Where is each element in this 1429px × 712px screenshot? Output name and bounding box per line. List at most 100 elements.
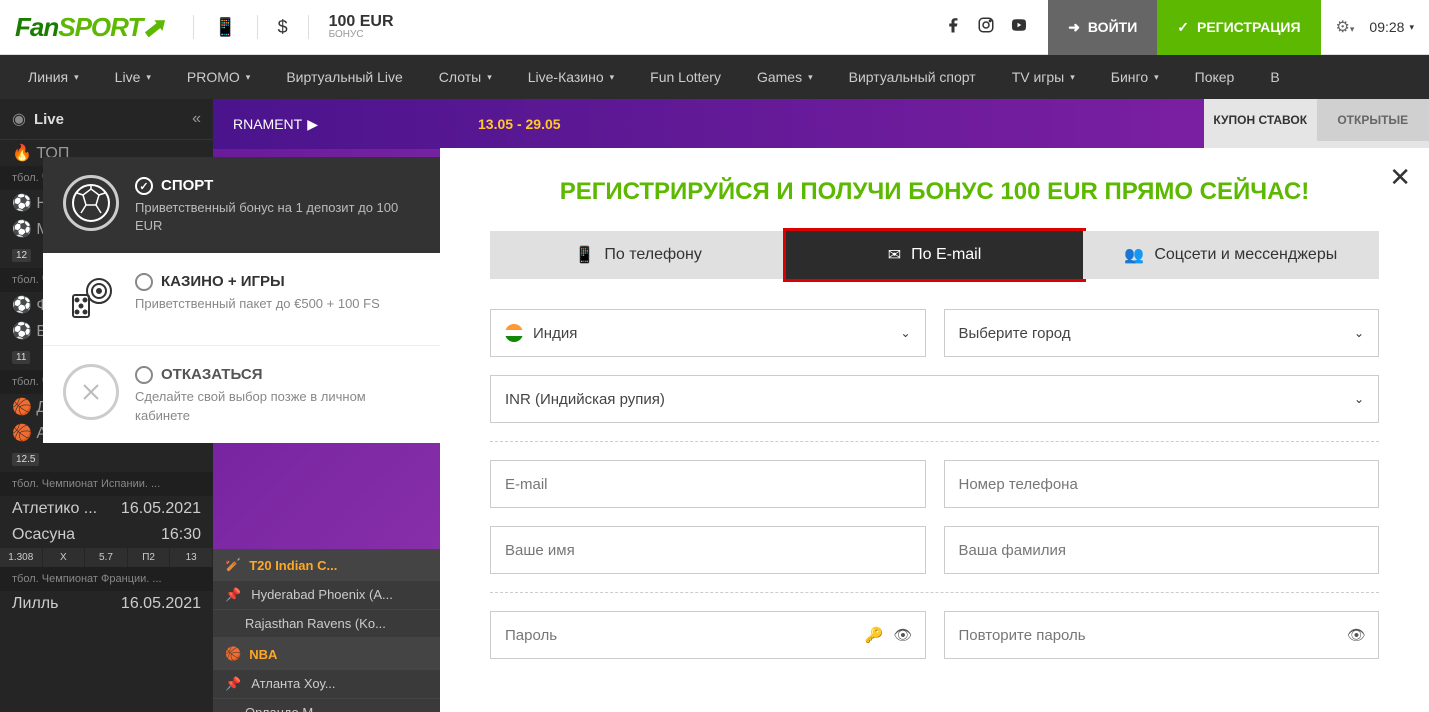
promo-banner[interactable]: RNAMENT ▶ 13.05 - 29.05 (213, 99, 1204, 149)
radio-icon (135, 273, 153, 291)
odds-cell[interactable]: 13 (170, 548, 213, 567)
sidebar-france[interactable]: тбол. Чемпионат Франции. ... (0, 567, 213, 591)
email-field[interactable] (490, 460, 926, 508)
password-field[interactable]: 🔑👁 (490, 611, 926, 659)
phone-field[interactable] (944, 460, 1380, 508)
clock[interactable]: 09:28▾ (1369, 19, 1414, 35)
tab-email[interactable]: ✉ По E-mail (786, 231, 1082, 279)
nav-live-casino[interactable]: Live-Казино▾ (510, 55, 632, 99)
main-nav: Линия▾ Live▾ PROMO▾ Виртуальный Live Сло… (0, 55, 1429, 99)
close-icon[interactable]: ✕ (1389, 162, 1411, 193)
header-bonus[interactable]: 100 EUR БОНУС (329, 14, 394, 40)
separator (490, 592, 1379, 593)
check-icon: ✓ (1177, 19, 1189, 36)
tab-betslip[interactable]: КУПОН СТАВОК (1204, 99, 1317, 141)
odds-cell[interactable]: 5.7 (85, 548, 128, 567)
password-input[interactable] (505, 627, 911, 644)
city-value: Выберите город (959, 325, 1071, 342)
banner-dates: 13.05 - 29.05 (478, 116, 561, 132)
time-value: 09:28 (1369, 19, 1404, 35)
currency-value: INR (Индийская рупия) (505, 391, 665, 408)
register-button[interactable]: ✓ РЕГИСТРАЦИЯ (1157, 0, 1320, 55)
sidebar-spain[interactable]: тбол. Чемпионат Испании. ... (0, 472, 213, 496)
separator (490, 441, 1379, 442)
tab-social-label: Соцсети и мессенджеры (1154, 246, 1337, 264)
modal-title: РЕГИСТРИРУЙСЯ И ПОЛУЧИ БОНУС 100 EUR ПРЯ… (490, 178, 1379, 206)
login-label: ВОЙТИ (1088, 19, 1137, 35)
firstname-field[interactable] (490, 526, 926, 574)
country-select[interactable]: Индия ⌄ (490, 309, 926, 357)
nav-live[interactable]: Live▾ (97, 55, 169, 99)
sidebar-title: Live (34, 111, 192, 128)
flag-india-icon (505, 324, 523, 342)
header-left: 📱 $ 100 EUR БОНУС (193, 14, 393, 40)
users-icon: 👥 (1124, 245, 1144, 265)
tab-open[interactable]: ОТКРЫТЫЕ (1317, 99, 1429, 141)
logo-part2: SPORT (58, 12, 142, 42)
nav-tv-games[interactable]: TV игры▾ (994, 55, 1093, 99)
collapse-icon[interactable]: « (192, 110, 201, 128)
nav-slots[interactable]: Слоты▾ (421, 55, 510, 99)
password-confirm-field[interactable]: 👁 (944, 611, 1380, 659)
nav-promo[interactable]: PROMO▾ (169, 55, 268, 99)
eye-off-icon[interactable]: 👁 (893, 626, 912, 644)
bonus-sport-title: СПОРТ (161, 177, 213, 194)
play-icon: ▶ (307, 116, 318, 133)
currency-select[interactable]: INR (Индийская рупия) ⌄ (490, 375, 1379, 423)
nav-line[interactable]: Линия▾ (10, 55, 97, 99)
sidebar-header: ◉ Live « (0, 99, 213, 140)
login-icon: ➜ (1068, 19, 1080, 36)
tab-phone-label: По телефону (604, 246, 702, 264)
odds-cell[interactable]: X (43, 548, 86, 567)
youtube-icon[interactable] (1010, 16, 1028, 39)
facebook-icon[interactable] (944, 16, 962, 39)
lastname-input[interactable] (959, 542, 1365, 559)
registration-form: Индия ⌄ Выберите город ⌄ INR (Индийская … (490, 309, 1379, 659)
sidebar-match[interactable]: Осасуна16:30 (0, 522, 213, 548)
email-input[interactable] (505, 476, 911, 493)
register-label: РЕГИСТРАЦИЯ (1197, 19, 1301, 35)
tab-social[interactable]: 👥 Соцсети и мессенджеры (1083, 231, 1379, 279)
nav-games[interactable]: Games▾ (739, 55, 831, 99)
phone-input[interactable] (959, 476, 1365, 493)
bonus-option-decline[interactable]: ОТКАЗАТЬСЯ Сделайте свой выбор позже в л… (43, 345, 441, 442)
odds-cell[interactable]: 1.308 (0, 548, 43, 567)
nav-poker[interactable]: Покер (1177, 55, 1253, 99)
logo[interactable]: FanSPORT⬈ (15, 12, 163, 43)
tab-phone[interactable]: 📱 По телефону (490, 231, 786, 279)
nav-virtual-live[interactable]: Виртуальный Live (268, 55, 420, 99)
social-links (944, 16, 1028, 39)
bonus-option-casino[interactable]: КАЗИНО + ИГРЫ Приветственный пакет до €5… (43, 253, 441, 345)
badge: 11 (12, 351, 30, 364)
nav-virtual-sport[interactable]: Виртуальный спорт (831, 55, 994, 99)
mobile-icon[interactable]: 📱 (214, 17, 236, 38)
logo-part1: Fan (15, 12, 58, 42)
password-confirm-input[interactable] (959, 627, 1365, 644)
odds-cell[interactable]: П2 (128, 548, 171, 567)
lastname-field[interactable] (944, 526, 1380, 574)
radio-icon (135, 366, 153, 384)
sidebar-match[interactable]: Атлетико ...16.05.2021 (0, 496, 213, 522)
bonus-decline-title: ОТКАЗАТЬСЯ (161, 366, 262, 383)
nav-fun-lottery[interactable]: Fun Lottery (632, 55, 739, 99)
instagram-icon[interactable] (977, 16, 995, 39)
login-button[interactable]: ➜ ВОЙТИ (1048, 0, 1157, 55)
nav-bingo[interactable]: Бинго▾ (1093, 55, 1177, 99)
sidebar-match[interactable]: Лилль16.05.2021 (0, 591, 213, 617)
banner-prefix: RNAMENT (233, 116, 302, 132)
eye-off-icon[interactable]: 👁 (1347, 626, 1366, 644)
currency-icon[interactable]: $ (278, 17, 288, 38)
mail-icon: ✉ (888, 245, 901, 265)
key-icon[interactable]: 🔑 (865, 626, 884, 644)
bonus-casino-desc: Приветственный пакет до €500 + 100 FS (135, 295, 421, 313)
bonus-option-sport[interactable]: СПОРТ Приветственный бонус на 1 депозит … (43, 157, 441, 253)
nav-more[interactable]: В (1252, 55, 1297, 99)
city-select[interactable]: Выберите город ⌄ (944, 309, 1380, 357)
betslip-tabs: КУПОН СТАВОК ОТКРЫТЫЕ (1204, 99, 1429, 141)
gear-icon[interactable]: ⚙▾ (1336, 17, 1355, 37)
bonus-sport-desc: Приветственный бонус на 1 депозит до 100… (135, 199, 421, 235)
firstname-input[interactable] (505, 542, 911, 559)
divider (308, 15, 309, 39)
badge: 12 (12, 249, 31, 262)
tab-email-label: По E-mail (911, 246, 981, 264)
